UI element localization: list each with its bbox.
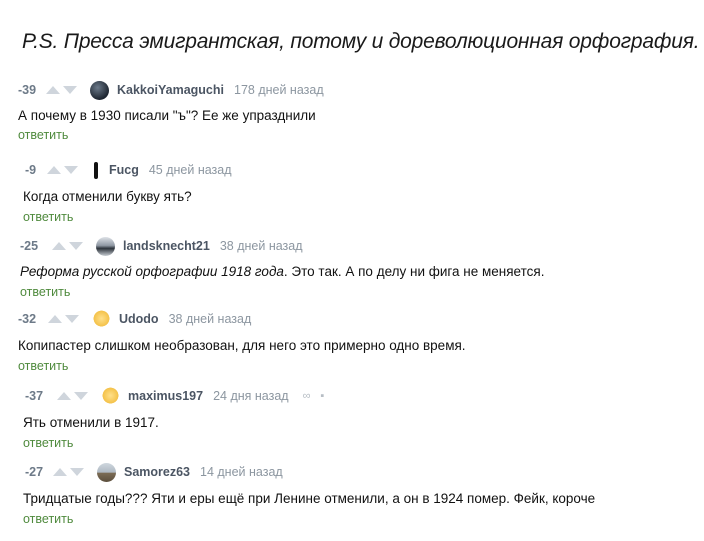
comment: -25 landsknecht21 38 дней назад Реформа … <box>0 236 704 299</box>
downvote-icon[interactable] <box>74 392 88 400</box>
vote-arrows <box>57 392 91 400</box>
vote-arrows <box>46 86 80 94</box>
downvote-icon[interactable] <box>69 242 83 250</box>
reply-button[interactable]: ответить <box>0 210 704 224</box>
comment-time[interactable]: 178 дней назад <box>234 83 324 97</box>
username[interactable]: Udodo <box>119 312 159 326</box>
comment-rating: -32 <box>18 312 37 326</box>
comment-meta: -39 KakkoiYamaguchi 178 дней назад <box>0 80 704 100</box>
downvote-icon[interactable] <box>70 468 84 476</box>
upvote-icon[interactable] <box>47 166 61 174</box>
post-headline: P.S. Пресса эмигрантская, потому и дорев… <box>22 30 700 53</box>
reply-button[interactable]: ответить <box>0 359 704 373</box>
comment-meta: -27 Samorez63 14 дней назад <box>0 462 704 482</box>
link-icon[interactable]: ∞ <box>303 390 311 402</box>
comment-time[interactable]: 38 дней назад <box>169 312 252 326</box>
downvote-icon[interactable] <box>65 315 79 323</box>
comment-rating: -37 <box>25 389 44 403</box>
comment: -32 Udodo 38 дней назад Копипастер слишк… <box>0 309 704 373</box>
vote-arrows <box>47 166 81 174</box>
comment-rating: -27 <box>25 465 44 479</box>
comment-meta: -25 landsknecht21 38 дней назад <box>0 236 704 256</box>
downvote-icon[interactable] <box>64 166 78 174</box>
comment-text-rest: . Это так. А по делу ни фига не меняется… <box>283 264 545 279</box>
comment-meta: -9 Fucg 45 дней назад <box>0 160 704 180</box>
avatar[interactable] <box>91 160 101 180</box>
comment-text: Копипастер слишком необразован, для него… <box>18 338 466 353</box>
avatar[interactable] <box>101 386 120 406</box>
vote-arrows <box>53 468 87 476</box>
username[interactable]: maximus197 <box>128 389 203 403</box>
avatar[interactable] <box>90 80 109 100</box>
comment-time[interactable]: 38 дней назад <box>220 239 303 253</box>
username[interactable]: landsknecht21 <box>123 239 210 253</box>
vote-arrows <box>48 315 82 323</box>
reply-button[interactable]: ответить <box>0 285 704 299</box>
upvote-icon[interactable] <box>57 392 71 400</box>
reply-button[interactable]: ответить <box>0 436 704 450</box>
comment-rating: -39 <box>18 83 37 97</box>
comment-time[interactable]: 24 дня назад <box>213 389 289 403</box>
comment-text-italic: Реформа русской орфографии 1918 года <box>20 264 284 279</box>
comment-time[interactable]: 14 дней назад <box>200 465 283 479</box>
comment-meta: -37 maximus197 24 дня назад ∞ ▪ <box>0 386 704 406</box>
comment: -9 Fucg 45 дней назад Когда отменили бук… <box>0 160 704 224</box>
upvote-icon[interactable] <box>48 315 62 323</box>
comment-text: Когда отменили букву ять? <box>23 189 192 204</box>
comment: -27 Samorez63 14 дней назад Тридцатые го… <box>0 462 704 526</box>
comment-text: А почему в 1930 писали "ъ"? Ее же упразд… <box>18 108 316 123</box>
username[interactable]: KakkoiYamaguchi <box>117 83 224 97</box>
save-icon[interactable]: ▪ <box>320 390 324 402</box>
comment-rating: -9 <box>25 163 37 177</box>
username[interactable]: Fucg <box>109 163 139 177</box>
upvote-icon[interactable] <box>46 86 60 94</box>
reply-button[interactable]: ответить <box>0 128 704 142</box>
comment-rating: -25 <box>20 239 39 253</box>
reply-button[interactable]: ответить <box>0 512 704 526</box>
avatar[interactable] <box>92 309 111 329</box>
vote-arrows <box>52 242 86 250</box>
avatar[interactable] <box>97 462 116 482</box>
comment-time[interactable]: 45 дней назад <box>149 163 232 177</box>
upvote-icon[interactable] <box>53 468 67 476</box>
figure-icon <box>94 161 98 179</box>
upvote-icon[interactable] <box>52 242 66 250</box>
downvote-icon[interactable] <box>63 86 77 94</box>
comment-text: Ять отменили в 1917. <box>23 415 159 430</box>
comment-text: Реформа русской орфографии 1918 года. Эт… <box>0 264 704 279</box>
username[interactable]: Samorez63 <box>124 465 190 479</box>
comment: -37 maximus197 24 дня назад ∞ ▪ Ять отме… <box>0 386 704 450</box>
comment-meta: -32 Udodo 38 дней назад <box>0 309 704 329</box>
comment-text: Тридцатые годы??? Яти и еры ещё при Лени… <box>23 491 596 506</box>
avatar[interactable] <box>96 236 115 256</box>
comment: -39 KakkoiYamaguchi 178 дней назад А поч… <box>0 80 704 142</box>
